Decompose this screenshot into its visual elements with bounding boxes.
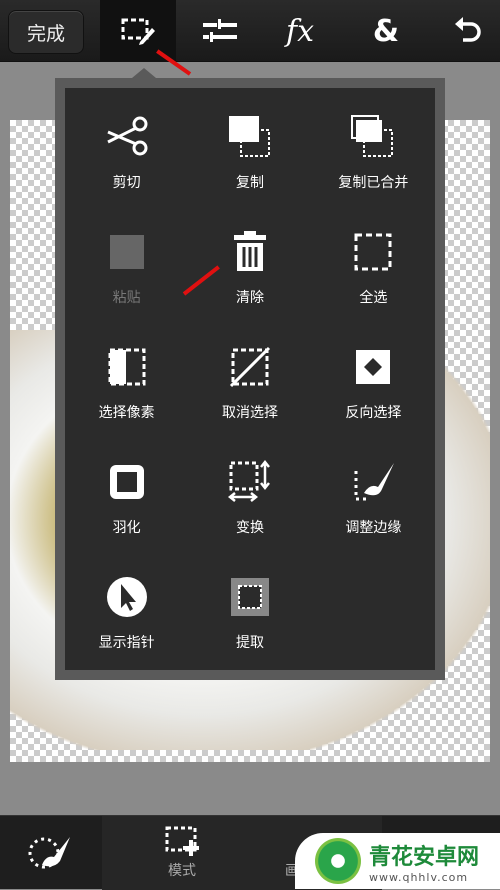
menu-item-cut[interactable]: 剪切 — [65, 100, 188, 215]
scissors-icon — [106, 116, 148, 156]
refine-edge-icon — [354, 463, 395, 501]
select-all-icon — [354, 233, 392, 271]
menu-item-label: 全选 — [359, 290, 388, 306]
menu-item-label: 清除 — [235, 290, 264, 306]
menu-item-deselect[interactable]: 取消选择 — [188, 330, 311, 445]
mode-label: 模式 — [168, 863, 196, 879]
menu-item-select-all[interactable]: 全选 — [312, 215, 435, 330]
deselect-icon — [229, 346, 271, 388]
menu-item-transform[interactable]: 变换 — [188, 445, 311, 560]
copy-merged-icon — [351, 115, 394, 157]
sliders-icon — [203, 19, 237, 42]
feather-icon — [109, 465, 144, 499]
menu-item-label: 复制 — [235, 175, 264, 191]
select-pixels-icon — [108, 348, 146, 386]
menu-item-invert-selection[interactable]: 反向选择 — [312, 330, 435, 445]
mode-button[interactable]: 模式 — [102, 816, 262, 890]
selection-tool-button[interactable] — [100, 0, 176, 62]
watermark-url: www.qhhlv.com — [369, 870, 469, 884]
menu-item-label: 选择像素 — [98, 405, 155, 421]
effects-tool-button[interactable]: fx — [262, 0, 338, 62]
menu-item-label: 粘贴 — [112, 290, 141, 306]
selection-add-icon — [165, 826, 199, 856]
menu-item-paste: 粘贴 — [65, 215, 188, 330]
menu-item-copy[interactable]: 复制 — [188, 100, 311, 215]
undo-icon — [455, 17, 481, 42]
menu-item-label: 调整边缘 — [345, 520, 402, 536]
brush-selection-button[interactable] — [0, 816, 100, 890]
menu-item-label: 复制已合并 — [338, 175, 409, 191]
popup-caret — [132, 68, 156, 78]
done-button[interactable]: 完成 — [8, 10, 84, 54]
menu-item-label: 剪切 — [112, 175, 141, 191]
brush-selection-icon — [28, 837, 70, 869]
extract-icon — [230, 578, 269, 616]
copy-icon — [228, 116, 270, 157]
menu-item-extract[interactable]: 提取 — [188, 560, 311, 675]
pointer-icon — [106, 577, 147, 617]
menu-item-label: 变换 — [235, 520, 264, 536]
paste-icon — [109, 235, 144, 269]
invert-selection-icon — [356, 350, 391, 384]
menu-item-copy-merged[interactable]: 复制已合并 — [312, 100, 435, 215]
undo-button[interactable] — [430, 0, 500, 62]
transform-icon — [227, 459, 270, 502]
menu-item-label: 提取 — [235, 635, 264, 651]
menu-item-show-pointer[interactable]: 显示指针 — [65, 560, 188, 675]
selection-menu-popup: 剪切 复制 复制已合并 粘贴 清除 全选 选择像素 取消选择 反向选择 羽化 变… — [55, 78, 445, 680]
menu-item-select-pixels[interactable]: 选择像素 — [65, 330, 188, 445]
layers-tool-button[interactable]: & — [348, 0, 424, 62]
menu-item-label: 显示指针 — [98, 635, 155, 651]
selection-edit-icon — [121, 18, 155, 45]
menu-item-label: 羽化 — [112, 520, 141, 536]
watermark-logo — [315, 838, 361, 884]
trash-icon — [233, 231, 266, 271]
adjust-tool-button[interactable] — [182, 0, 258, 62]
menu-item-label: 取消选择 — [221, 405, 278, 421]
top-toolbar: 完成 fx & — [0, 0, 500, 62]
menu-item-label: 反向选择 — [345, 405, 402, 421]
menu-item-refine-edge[interactable]: 调整边缘 — [312, 445, 435, 560]
watermark: 青花安卓网 www.qhhlv.com — [295, 833, 500, 889]
watermark-title: 青花安卓网 — [369, 844, 480, 870]
menu-item-feather[interactable]: 羽化 — [65, 445, 188, 560]
